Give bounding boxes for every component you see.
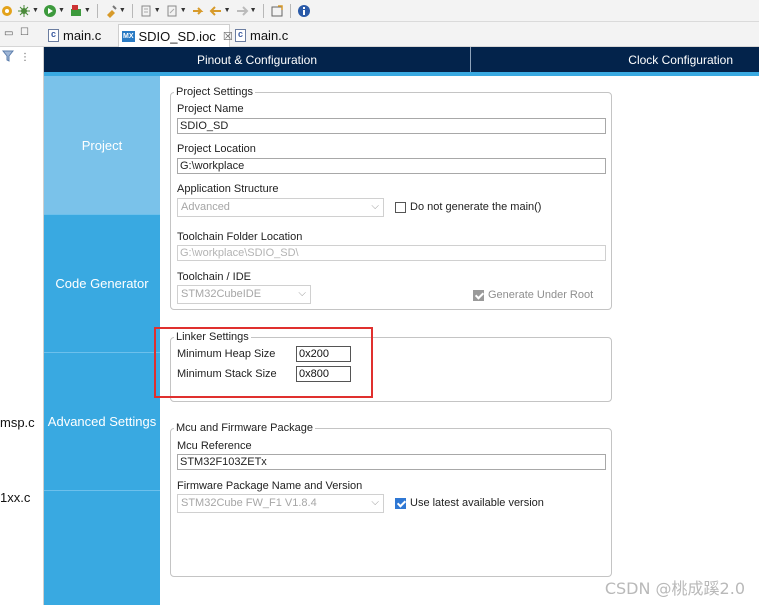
project-location-label: Project Location bbox=[177, 143, 256, 155]
generate-under-root-checkbox[interactable] bbox=[473, 289, 484, 301]
project-settings-group: Project Settings Project Name SDIO_SD Pr… bbox=[170, 86, 612, 310]
use-latest-label: Use latest available version bbox=[410, 497, 544, 509]
no-main-checkbox[interactable] bbox=[395, 201, 406, 213]
open-perspective-icon[interactable] bbox=[269, 2, 285, 20]
project-explorer-strip: ⋮ msp.c 1xx.c bbox=[0, 47, 44, 605]
minimize-icon[interactable]: ▭ bbox=[4, 28, 13, 39]
group-title: Mcu and Firmware Package bbox=[174, 422, 315, 434]
app-structure-label: Application Structure bbox=[177, 183, 279, 195]
tab-main-c[interactable]: main.c bbox=[44, 24, 116, 47]
tab-label: main.c bbox=[250, 28, 289, 43]
chevron-down-icon: ⌵ bbox=[298, 288, 306, 299]
chevron-down-icon[interactable]: ▼ bbox=[58, 7, 65, 14]
tab-pinout-configuration[interactable]: Pinout & Configuration bbox=[44, 47, 471, 72]
mcu-firmware-group: Mcu and Firmware Package Mcu Reference S… bbox=[170, 422, 612, 577]
chevron-down-icon[interactable]: ▼ bbox=[154, 7, 161, 14]
last-edit-icon[interactable] bbox=[190, 2, 206, 20]
toolbar-separator bbox=[96, 3, 98, 18]
use-latest-checkbox[interactable] bbox=[395, 497, 406, 509]
toolbar-separator bbox=[131, 3, 133, 18]
tab-sdio-sd-ioc[interactable]: MX SDIO_SD.ioc ☒ bbox=[118, 24, 233, 47]
project-manager-sidebar: Project Code Generator Advanced Settings bbox=[44, 76, 160, 605]
settings-icon[interactable] bbox=[0, 2, 14, 20]
no-main-checkbox-row[interactable]: Do not generate the main() bbox=[395, 201, 541, 213]
cubemx-icon: MX bbox=[122, 30, 135, 42]
toolchain-ide-label: Toolchain / IDE bbox=[177, 271, 251, 283]
project-name-label: Project Name bbox=[177, 103, 244, 115]
chevron-down-icon[interactable]: ▼ bbox=[224, 7, 231, 14]
project-name-input[interactable]: SDIO_SD bbox=[177, 118, 606, 134]
c-file-icon bbox=[235, 29, 246, 42]
toolchain-ide-value: STM32CubeIDE bbox=[181, 288, 262, 300]
next-annotation-icon[interactable]: ▼ bbox=[138, 2, 162, 20]
forward-icon[interactable]: ▼ bbox=[234, 2, 258, 20]
view-menu-icon[interactable]: ⋮ bbox=[20, 52, 30, 63]
group-title: Linker Settings bbox=[174, 331, 251, 343]
chevron-down-icon[interactable]: ▼ bbox=[250, 7, 257, 14]
run-icon[interactable]: ▼ bbox=[42, 2, 66, 20]
sidebar-item-project[interactable]: Project bbox=[44, 76, 160, 214]
debug-icon[interactable]: ▼ bbox=[16, 2, 40, 20]
main-toolbar: ▼ ▼ ▼ ▼ ▼ ▼ ▼ ▼ bbox=[0, 0, 759, 22]
stack-size-label: Minimum Stack Size bbox=[177, 368, 277, 380]
explorer-item-1xx[interactable]: 1xx.c bbox=[0, 490, 30, 505]
app-structure-select[interactable]: Advanced ⌵ bbox=[177, 198, 384, 217]
chevron-down-icon[interactable]: ▼ bbox=[32, 7, 39, 14]
toolbar-separator bbox=[289, 3, 291, 18]
chevron-down-icon: ⌵ bbox=[371, 201, 379, 212]
chevron-down-icon[interactable]: ▼ bbox=[84, 7, 91, 14]
back-icon[interactable]: ▼ bbox=[208, 2, 232, 20]
generate-under-root-row[interactable]: Generate Under Root bbox=[473, 289, 593, 301]
heap-size-label: Minimum Heap Size bbox=[177, 348, 276, 360]
firmware-package-label: Firmware Package Name and Version bbox=[177, 480, 363, 492]
app-structure-value: Advanced bbox=[181, 201, 230, 213]
tab-clock-configuration[interactable]: Clock Configuration bbox=[471, 47, 759, 72]
tab-main-c-2[interactable]: main.c bbox=[232, 24, 302, 47]
watermark: CSDN @桃成蹊2.0 bbox=[604, 579, 745, 598]
firmware-package-value: STM32Cube FW_F1 V1.8.4 bbox=[181, 497, 317, 509]
toolchain-folder-input[interactable]: G:\workplace\SDIO_SD\ bbox=[177, 245, 606, 261]
generate-under-root-label: Generate Under Root bbox=[488, 289, 594, 301]
explorer-item-msp[interactable]: msp.c bbox=[0, 415, 35, 430]
c-file-icon bbox=[48, 29, 59, 42]
toolbar-separator bbox=[262, 3, 264, 18]
sidebar-item-advanced-settings[interactable]: Advanced Settings bbox=[44, 352, 160, 490]
use-latest-row[interactable]: Use latest available version bbox=[395, 497, 544, 509]
sidebar-item-code-generator[interactable]: Code Generator bbox=[44, 214, 160, 352]
toolchain-ide-select[interactable]: STM32CubeIDE ⌵ bbox=[177, 285, 311, 304]
mcu-reference-label: Mcu Reference bbox=[177, 440, 252, 452]
editor-tab-bar: ▭ ☐ main.c MX SDIO_SD.ioc ☒ main.c bbox=[0, 22, 759, 47]
firmware-package-select[interactable]: STM32Cube FW_F1 V1.8.4 ⌵ bbox=[177, 494, 384, 513]
maximize-icon[interactable]: ☐ bbox=[20, 27, 29, 38]
external-tools-icon[interactable]: ▼ bbox=[68, 2, 92, 20]
filter-icon[interactable] bbox=[1, 50, 15, 65]
tab-label: SDIO_SD.ioc bbox=[138, 28, 216, 44]
chevron-down-icon[interactable]: ▼ bbox=[119, 7, 126, 14]
linker-settings-group: Linker Settings Minimum Heap Size 0x200 … bbox=[170, 331, 612, 402]
sidebar-filler bbox=[44, 490, 160, 605]
stack-size-input[interactable]: 0x800 bbox=[296, 366, 351, 382]
mcu-reference-input[interactable]: STM32F103ZETx bbox=[177, 454, 606, 470]
heap-size-input[interactable]: 0x200 bbox=[296, 346, 351, 362]
config-header: Pinout & Configuration Clock Configurati… bbox=[44, 47, 759, 72]
chevron-down-icon[interactable]: ▼ bbox=[180, 7, 187, 14]
chevron-down-icon: ⌵ bbox=[371, 497, 379, 508]
group-title: Project Settings bbox=[174, 86, 256, 98]
prev-annotation-icon[interactable]: ▼ bbox=[164, 2, 188, 20]
info-icon[interactable] bbox=[296, 2, 312, 20]
toolchain-folder-label: Toolchain Folder Location bbox=[177, 231, 303, 243]
no-main-label: Do not generate the main() bbox=[410, 201, 542, 213]
pin-icon[interactable]: ▼ bbox=[103, 2, 127, 20]
project-location-input[interactable]: G:\workplace bbox=[177, 158, 606, 174]
tab-label: main.c bbox=[63, 28, 102, 43]
